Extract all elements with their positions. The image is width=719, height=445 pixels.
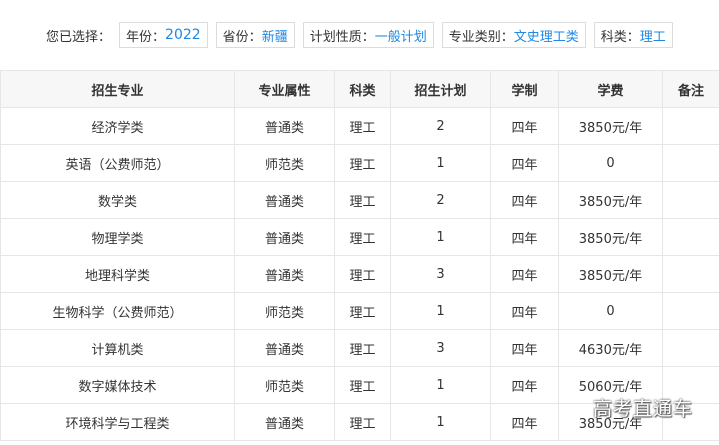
filter-subject[interactable]: 科类： 理工 — [593, 22, 673, 48]
cell-attribute: 普通类 — [234, 255, 335, 293]
table-row: 计算机类 普通类 理工 3 四年 4630元/年 — [0, 329, 719, 367]
filter-province-key: 省份： — [222, 29, 262, 45]
cell-notes — [662, 255, 719, 293]
cell-tuition: 4630元/年 — [558, 329, 663, 367]
cell-major: 地理科学类 — [0, 255, 235, 293]
cell-notes — [662, 107, 719, 145]
cell-subject: 理工 — [334, 329, 391, 367]
table-header-row: 招生专业 专业属性 科类 招生计划 学制 学费 备注 — [0, 70, 719, 108]
table-body: 经济学类 普通类 理工 2 四年 3850元/年 英语（公费师范） 师范类 理工 1 四年 0 数学类普… — [0, 107, 719, 441]
cell-attribute: 师范类 — [234, 292, 335, 330]
cell-subject: 理工 — [334, 366, 391, 404]
header-subject: 科类 — [334, 70, 391, 108]
cell-major: 数字媒体技术 — [0, 366, 235, 404]
cell-tuition: 3850元/年 — [558, 107, 663, 145]
filter-year[interactable]: 年份： 2022 — [119, 22, 208, 48]
cell-duration: 四年 — [490, 292, 559, 330]
cell-notes — [662, 218, 719, 256]
cell-duration: 四年 — [490, 255, 559, 293]
filter-year-value: 2022 — [165, 27, 201, 43]
filter-plan-type[interactable]: 计划性质： 一般计划 — [302, 22, 434, 48]
cell-subject: 理工 — [334, 218, 391, 256]
table-row: 数学类 普通类 理工 2 四年 3850元/年 — [0, 181, 719, 219]
filter-subject-value: 理工 — [639, 29, 666, 45]
cell-tuition: 0 — [558, 144, 663, 182]
cell-attribute: 普通类 — [234, 107, 335, 145]
filter-subject-key: 科类： — [600, 29, 640, 45]
table-row: 生物科学（公费师范） 师范类 理工 1 四年 0 — [0, 292, 719, 330]
cell-plan: 1 — [390, 292, 491, 330]
header-notes: 备注 — [662, 70, 719, 108]
table-row: 物理学类 普通类 理工 1 四年 3850元/年 — [0, 218, 719, 256]
header-duration: 学制 — [490, 70, 559, 108]
cell-tuition: 3850元/年 — [558, 255, 663, 293]
cell-tuition: 3850元/年 — [558, 218, 663, 256]
filter-plan-type-key: 计划性质： — [309, 29, 375, 45]
cell-notes — [662, 181, 719, 219]
cell-major: 物理学类 — [0, 218, 235, 256]
cell-attribute: 普通类 — [234, 329, 335, 367]
cell-attribute: 师范类 — [234, 366, 335, 404]
cell-attribute: 师范类 — [234, 144, 335, 182]
cell-duration: 四年 — [490, 403, 559, 441]
cell-notes — [662, 292, 719, 330]
watermark: 高考直通车 — [592, 398, 693, 420]
filter-bar: 您已选择： 年份： 2022 省份： 新疆 计划性质： 一般计划 专业类别： 文… — [0, 0, 719, 70]
filter-major-category[interactable]: 专业类别： 文史理工类 — [441, 22, 586, 48]
cell-plan: 1 — [390, 144, 491, 182]
filter-year-key: 年份： — [126, 29, 166, 45]
table-row: 地理科学类 普通类 理工 3 四年 3850元/年 — [0, 255, 719, 293]
cell-attribute: 普通类 — [234, 403, 335, 441]
cell-notes — [662, 329, 719, 367]
table-row: 经济学类 普通类 理工 2 四年 3850元/年 — [0, 107, 719, 145]
cell-duration: 四年 — [490, 144, 559, 182]
cell-duration: 四年 — [490, 107, 559, 145]
cell-tuition: 0 — [558, 292, 663, 330]
cell-plan: 3 — [390, 329, 491, 367]
cell-major: 生物科学（公费师范） — [0, 292, 235, 330]
cell-plan: 2 — [390, 181, 491, 219]
filter-prefix: 您已选择： — [46, 29, 112, 45]
cell-subject: 理工 — [334, 144, 391, 182]
cell-major: 英语（公费师范） — [0, 144, 235, 182]
cell-attribute: 普通类 — [234, 218, 335, 256]
cell-subject: 理工 — [334, 255, 391, 293]
cell-duration: 四年 — [490, 181, 559, 219]
filter-major-category-value: 文史理工类 — [513, 29, 579, 45]
cell-subject: 理工 — [334, 107, 391, 145]
cell-duration: 四年 — [490, 366, 559, 404]
cell-plan: 1 — [390, 218, 491, 256]
cell-major: 数学类 — [0, 181, 235, 219]
cell-subject: 理工 — [334, 292, 391, 330]
cell-duration: 四年 — [490, 218, 559, 256]
cell-notes — [662, 144, 719, 182]
enrollment-table: 招生专业 专业属性 科类 招生计划 学制 学费 备注 经济学类 普通类 理工 2 四年 3… — [0, 70, 719, 441]
header-plan: 招生计划 — [390, 70, 491, 108]
cell-plan: 1 — [390, 366, 491, 404]
filter-province[interactable]: 省份： 新疆 — [215, 22, 295, 48]
cell-major: 计算机类 — [0, 329, 235, 367]
cell-plan: 3 — [390, 255, 491, 293]
filter-plan-type-value: 一般计划 — [374, 29, 427, 45]
table-row: 英语（公费师范） 师范类 理工 1 四年 0 — [0, 144, 719, 182]
header-attribute: 专业属性 — [234, 70, 335, 108]
cell-plan: 1 — [390, 403, 491, 441]
cell-tuition: 3850元/年 — [558, 181, 663, 219]
cell-subject: 理工 — [334, 181, 391, 219]
cell-subject: 理工 — [334, 403, 391, 441]
header-major: 招生专业 — [0, 70, 235, 108]
filter-province-value: 新疆 — [261, 29, 288, 45]
filter-major-category-key: 专业类别： — [448, 29, 514, 45]
cell-major: 经济学类 — [0, 107, 235, 145]
cell-major: 环境科学与工程类 — [0, 403, 235, 441]
cell-duration: 四年 — [490, 329, 559, 367]
cell-attribute: 普通类 — [234, 181, 335, 219]
cell-plan: 2 — [390, 107, 491, 145]
header-tuition: 学费 — [558, 70, 663, 108]
